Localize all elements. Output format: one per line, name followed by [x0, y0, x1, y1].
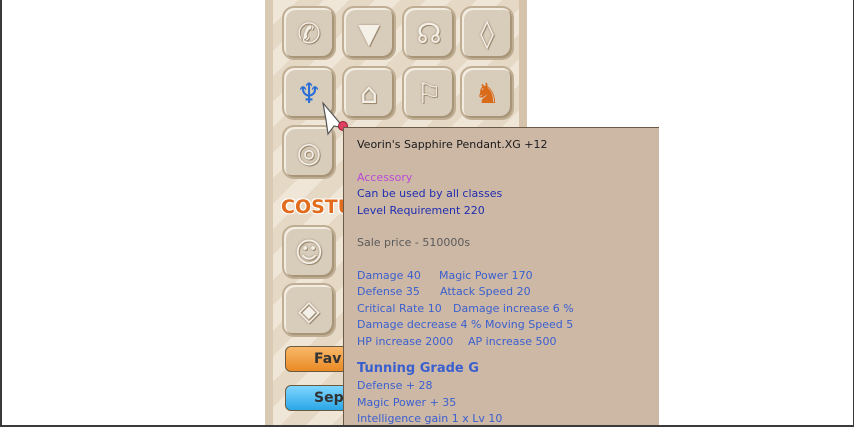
costume-head-slot[interactable]: ☺	[282, 225, 336, 279]
grade-stat: Defense + 28	[357, 379, 433, 392]
stat-row: HP increase 2000 AP increase 500	[357, 334, 659, 351]
shoes-icon: ✆	[297, 16, 321, 50]
stat-row: Damage 40 Magic Power 170	[357, 268, 659, 285]
stat-ap-increase: AP increase 500	[468, 334, 557, 348]
grade-stat: Magic Power + 35	[357, 395, 457, 409]
tuning-grade-title: Tunning Grade G	[357, 361, 479, 376]
armguard-icon: ◊	[480, 16, 494, 50]
shirt-icon: ▼	[358, 16, 380, 50]
stat-moving-speed: Moving Speed 5	[485, 318, 574, 331]
costume-box-icon: ◈	[298, 293, 320, 327]
window-frame-left	[0, 0, 2, 427]
stat-row: Damage decrease 4 % Moving Speed 5	[357, 317, 659, 334]
necklace-icon: ♆	[296, 76, 322, 110]
stat-damage: Damage 40	[357, 268, 421, 282]
pet-tag-slot[interactable]: ⚐	[402, 66, 456, 120]
pet-tag-icon: ⚐	[416, 76, 442, 110]
pet-slot[interactable]: ♞	[460, 66, 514, 120]
item-type: Accessory	[357, 170, 413, 184]
stat-hp-increase: HP increase 2000	[357, 334, 454, 348]
glove-slot[interactable]: ☊	[402, 6, 456, 60]
panel-edge	[265, 0, 273, 427]
shirt-slot[interactable]: ▼	[342, 6, 396, 60]
fox-icon: ♞	[474, 76, 500, 110]
glove-icon: ☊	[416, 16, 442, 50]
stat-row: Critical Rate 10 Damage increase 6 %	[357, 301, 659, 318]
ring-icon: ◎	[296, 135, 322, 169]
class-requirement: Can be used by all classes	[357, 187, 503, 200]
pants-icon: ⌂	[360, 76, 378, 110]
rabbit-hat-icon: ☺	[294, 235, 324, 269]
favorite-button[interactable]: Fav	[285, 346, 351, 372]
stat-damage-decrease: Damage decrease 4 %	[357, 318, 482, 331]
stat-attack-speed: Attack Speed 20	[440, 285, 531, 298]
stat-defense: Defense 35	[357, 285, 420, 298]
shoes-slot[interactable]: ✆	[282, 6, 336, 60]
item-name: Veorin's Sapphire Pendant.XG +12	[357, 138, 548, 151]
level-requirement: Level Requirement 220	[357, 203, 485, 217]
item-tooltip: Veorin's Sapphire Pendant.XG +12 Accesso…	[343, 127, 659, 427]
separate-button[interactable]: Sep	[285, 385, 351, 411]
ring2-slot[interactable]: ◊	[460, 6, 514, 60]
stat-damage-increase: Damage increase 6 %	[453, 301, 574, 315]
sale-price: Sale price - 510000s	[357, 236, 471, 249]
stat-row: Defense 35 Attack Speed 20	[357, 284, 659, 301]
stat-magic-power: Magic Power 170	[439, 268, 533, 282]
costume-body-slot[interactable]: ◈	[282, 283, 336, 337]
stat-critical-rate: Critical Rate 10	[357, 301, 442, 315]
